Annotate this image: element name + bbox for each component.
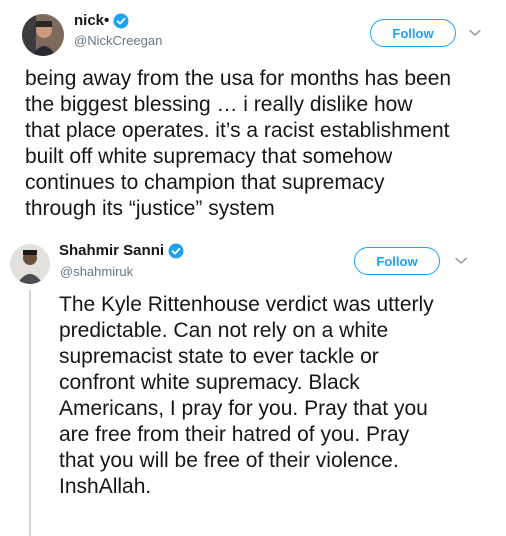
handle[interactable]: @shahmiruk	[60, 264, 133, 279]
tweet-shahmiruk: Shahmir Sanni @shahmiruk Follow The Kyle…	[0, 232, 506, 536]
author-name-row: nick•	[74, 12, 129, 29]
avatar[interactable]	[10, 244, 50, 284]
follow-button[interactable]: Follow	[354, 247, 440, 275]
tweet-nickcreegan: nick• @NickCreegan Follow being away fro…	[0, 0, 506, 232]
tweet-text: being away from the usa for months has b…	[25, 67, 452, 220]
display-name[interactable]: nick•	[74, 12, 109, 29]
handle[interactable]: @NickCreegan	[74, 33, 162, 48]
display-name[interactable]: Shahmir Sanni	[59, 242, 164, 259]
author-name-row: Shahmir Sanni	[59, 242, 184, 259]
user-avatar-icon	[10, 244, 50, 284]
thread-line	[29, 290, 31, 536]
verified-badge-icon	[113, 13, 129, 29]
follow-button[interactable]: Follow	[370, 19, 456, 47]
tweet-text: The Kyle Rittenhouse verdict was utterly…	[59, 293, 434, 498]
verified-badge-icon	[168, 243, 184, 259]
chevron-down-icon[interactable]	[455, 257, 467, 265]
avatar[interactable]	[22, 14, 64, 56]
chevron-down-icon[interactable]	[469, 29, 481, 37]
user-avatar-icon	[22, 14, 64, 56]
